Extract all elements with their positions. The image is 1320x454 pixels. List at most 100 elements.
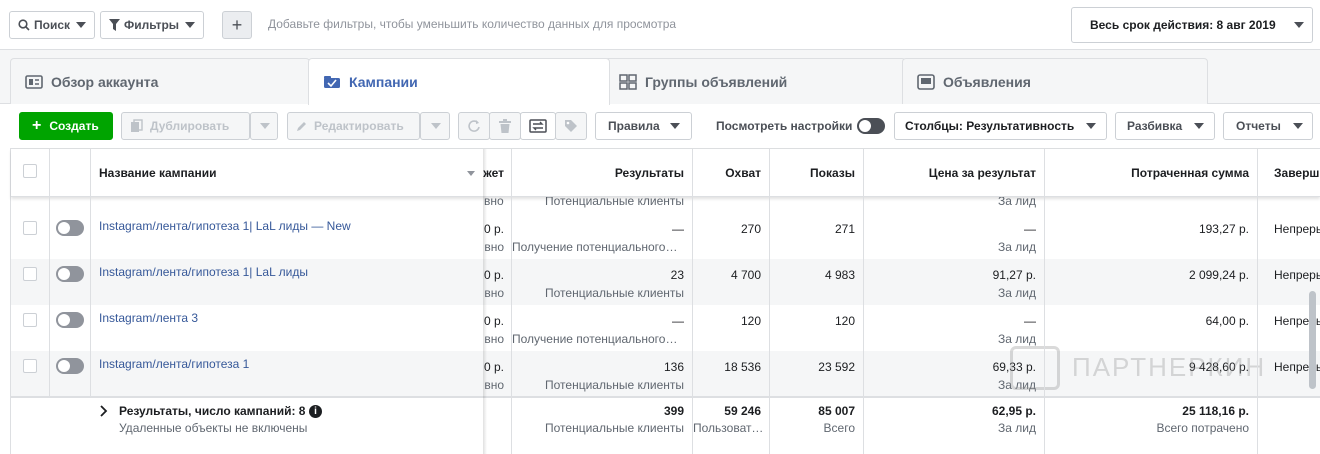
summary-impressions-sub: Всего <box>823 421 855 435</box>
campaign-name-link[interactable]: Instagram/лента/гипотеза 1 <box>99 357 479 371</box>
header-impressions[interactable]: Показы <box>770 149 855 197</box>
trash-icon <box>499 119 511 133</box>
rules-label: Правила <box>608 119 660 133</box>
duplicate-button[interactable]: Дублировать <box>121 112 250 140</box>
search-label: Поиск <box>34 18 71 32</box>
cost-sub: За лид <box>998 240 1036 254</box>
breakdown-label: Разбивка <box>1127 119 1183 133</box>
header-campaign-name[interactable]: Название кампании <box>99 149 479 197</box>
budget-sub: вно <box>484 332 504 346</box>
header-amount-spent[interactable]: Потраченная сумма <box>1045 149 1249 197</box>
filter-hint: Добавьте фильтры, чтобы уменьшить количе… <box>268 17 677 31</box>
edit-button[interactable]: Редактировать <box>287 112 420 140</box>
account-overview-icon <box>25 74 43 89</box>
campaign-toggle[interactable] <box>56 266 84 282</box>
summary-expand-chevron[interactable] <box>100 405 110 417</box>
date-range-picker[interactable]: Весь срок действия: 8 авг 2019 <box>1071 7 1313 43</box>
tab-account-overview[interactable]: Обзор аккаунта <box>10 58 310 104</box>
reach-value: 270 <box>740 222 761 236</box>
duplicate-icon <box>131 119 143 132</box>
rules-button[interactable]: Правила <box>595 112 692 140</box>
sort-icon <box>467 171 475 176</box>
header-cost-per-result[interactable]: Цена за результат <box>864 149 1036 197</box>
filters-label: Фильтры <box>124 18 180 32</box>
tab-campaigns[interactable]: Кампании <box>308 58 610 105</box>
view-settings-toggle[interactable] <box>857 118 885 134</box>
impressions-value: 4 983 <box>824 268 855 282</box>
campaign-name-link[interactable]: Instagram/лента/гипотеза 1| LaL лиды <box>99 265 479 279</box>
ad-sets-icon <box>619 73 637 90</box>
tab-ad-sets[interactable]: Группы объявлений <box>604 58 906 104</box>
budget-sub: вно <box>484 378 504 392</box>
campaign-toggle[interactable] <box>56 312 84 328</box>
row-checkbox[interactable] <box>23 359 37 373</box>
tag-icon <box>565 120 577 132</box>
info-icon[interactable]: i <box>309 405 322 418</box>
row-checkbox[interactable] <box>23 267 37 281</box>
tag-button[interactable] <box>555 112 587 140</box>
campaign-toggle[interactable] <box>56 358 84 374</box>
cost-sub: За лид <box>998 332 1036 346</box>
header-reach[interactable]: Охват <box>693 149 761 197</box>
filters-button[interactable]: Фильтры <box>100 11 205 39</box>
select-all-checkbox[interactable] <box>23 164 37 178</box>
create-label: Создать <box>49 119 99 133</box>
budget-sub: вно <box>484 286 504 300</box>
refresh-icon <box>468 120 480 132</box>
campaigns-icon <box>324 76 340 88</box>
cost-value: — <box>1024 314 1036 328</box>
tab-label: Объявления <box>943 73 1031 90</box>
spent-value: 64,00 р. <box>1205 314 1249 328</box>
summary-reach-sub: Пользователи <box>693 421 767 435</box>
impressions-value: 120 <box>834 314 855 328</box>
results-sub: Получение потенциального клиента <box>512 332 678 346</box>
summary-spent-sub: Всего потрачено <box>1156 421 1249 435</box>
refresh-button[interactable] <box>458 112 490 140</box>
watermark-logo <box>1010 346 1060 390</box>
summary-reach: 59 246 <box>724 404 761 418</box>
campaign-toggle[interactable] <box>56 220 84 236</box>
campaign-name-link[interactable]: Instagram/лента 3 <box>99 311 479 325</box>
tab-label: Кампании <box>349 74 418 90</box>
impressions-value: 23 592 <box>818 360 855 374</box>
reports-button[interactable]: Отчеты <box>1223 112 1313 140</box>
add-filter-button[interactable]: + <box>222 11 252 39</box>
plus-icon: + <box>231 14 243 35</box>
row-checkbox[interactable] <box>23 221 37 235</box>
vertical-scrollbar-thumb[interactable] <box>1309 291 1316 389</box>
ads-icon <box>917 73 935 90</box>
filter-icon <box>109 19 120 31</box>
frozen-columns-shadow <box>483 149 487 454</box>
reports-label: Отчеты <box>1236 119 1281 133</box>
summary-divider <box>11 396 1320 398</box>
results-sub: Потенциальные клиенты <box>545 378 684 392</box>
budget-value: 0 р. <box>484 268 504 282</box>
results-value: 136 <box>663 360 684 374</box>
edit-dropdown[interactable] <box>420 112 450 140</box>
delete-button[interactable] <box>489 112 521 140</box>
tab-ads[interactable]: Объявления <box>902 58 1208 104</box>
search-button[interactable]: Поиск <box>9 11 96 39</box>
ends-value: Непрерывно <box>1274 268 1320 282</box>
row-checkbox[interactable] <box>23 313 37 327</box>
view-settings-label: Посмотреть настройки <box>716 119 853 133</box>
duplicate-label: Дублировать <box>150 119 230 133</box>
duplicate-dropdown[interactable] <box>250 112 278 140</box>
summary-title: Результаты, число кампаний: 8 <box>119 404 306 418</box>
header-budget[interactable]: жет <box>483 149 504 197</box>
edit-label: Редактировать <box>314 119 404 133</box>
breakdown-button[interactable]: Разбивка <box>1115 112 1215 140</box>
results-sub: Получение потенциального клиента <box>512 240 678 254</box>
columns-button[interactable]: Столбцы: Результативность <box>894 112 1107 140</box>
search-icon <box>18 19 30 31</box>
compare-button[interactable] <box>520 112 556 140</box>
header-ends[interactable]: Заверш <box>1274 149 1320 197</box>
header-results[interactable]: Результаты <box>512 149 684 197</box>
results-sub: Потенциальные клиенты <box>545 286 684 300</box>
summary-cost: 62,95 р. <box>991 404 1036 418</box>
create-button[interactable]: + Создать <box>19 112 113 140</box>
results-value: 23 <box>670 268 684 282</box>
compare-icon <box>529 119 547 133</box>
campaign-name-link[interactable]: Instagram/лента/гипотеза 1| LaL лиды — N… <box>99 219 479 233</box>
date-range-label: Весь срок действия: 8 авг 2019 <box>1090 18 1276 32</box>
